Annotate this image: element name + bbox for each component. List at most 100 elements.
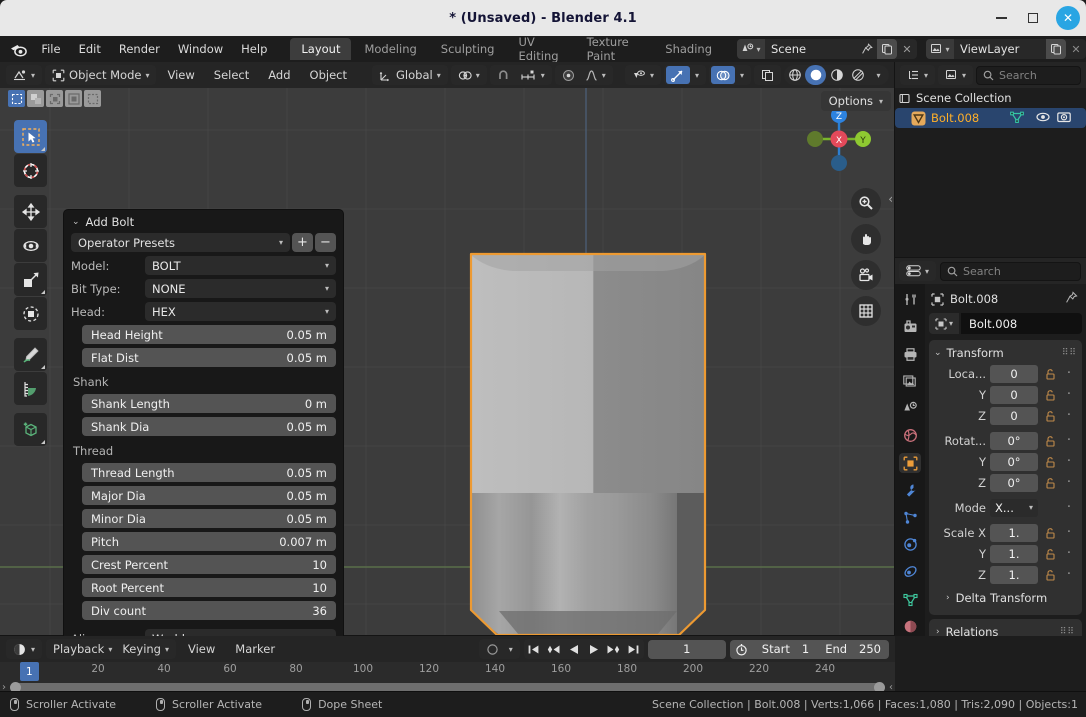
timeline-ruler[interactable]: 1 20 40 60 80 100 120 140 160 180 200 22… bbox=[0, 662, 895, 682]
field-head-height[interactable]: Head Height 0.05 m bbox=[82, 325, 336, 344]
delete-scene-icon[interactable]: ✕ bbox=[897, 39, 917, 59]
3d-viewport[interactable]: Options ▾ Z Y X ‹ ⌄ Add Bolt Operator Pr… bbox=[0, 88, 895, 636]
animate-dot-icon[interactable]: · bbox=[1062, 367, 1076, 380]
outliner-editor-type[interactable]: ▾ bbox=[900, 65, 936, 85]
field-minor-dia[interactable]: Minor Dia 0.05 m bbox=[82, 509, 336, 528]
auto-keying-button[interactable] bbox=[481, 640, 504, 658]
playback-menu-group[interactable]: Playback ▾ Keying ▾ bbox=[46, 639, 176, 659]
outliner-display-mode[interactable]: ▾ bbox=[938, 65, 974, 85]
outliner-scene-collection-row[interactable]: Scene Collection bbox=[895, 88, 1086, 108]
field-pitch[interactable]: Pitch 0.007 m bbox=[82, 532, 336, 551]
tool-rotate[interactable] bbox=[14, 229, 47, 262]
model-dropdown[interactable]: BOLT ▾ bbox=[145, 256, 336, 275]
properties-tab-tool[interactable] bbox=[899, 290, 921, 309]
tool-annotate[interactable] bbox=[14, 338, 47, 371]
align-dropdown[interactable]: World ▾ bbox=[145, 629, 336, 636]
lock-icon[interactable] bbox=[1042, 389, 1058, 401]
viewlayer-name[interactable]: ViewLayer bbox=[954, 42, 1046, 56]
location-x-input[interactable]: 0 bbox=[990, 364, 1038, 383]
playback-menu[interactable]: Playback ▾ bbox=[48, 640, 117, 658]
pin-icon[interactable] bbox=[1065, 291, 1082, 307]
menu-edit[interactable]: Edit bbox=[70, 39, 110, 59]
timeline-menu-marker[interactable]: Marker bbox=[227, 642, 283, 656]
scale-x-input[interactable]: 1. bbox=[990, 523, 1038, 542]
rotation-y-input[interactable]: 0° bbox=[990, 452, 1038, 471]
lock-icon[interactable] bbox=[1042, 368, 1058, 380]
menu-render[interactable]: Render bbox=[110, 39, 169, 59]
sidebar-expand-arrow[interactable]: ‹ bbox=[888, 192, 893, 206]
view-layer-display-icon[interactable]: ▾ bbox=[940, 66, 971, 84]
relations-panel[interactable]: › Relations ⠿⠿ bbox=[929, 619, 1082, 636]
properties-search-input[interactable]: Search bbox=[940, 261, 1081, 281]
animate-dot-icon[interactable]: · bbox=[1062, 409, 1076, 422]
gizmo-options-icon[interactable]: ▾ bbox=[690, 66, 704, 84]
circle-select-button[interactable] bbox=[46, 90, 63, 107]
delete-viewlayer-icon[interactable]: ✕ bbox=[1066, 39, 1086, 59]
tool-select-box[interactable] bbox=[14, 120, 47, 153]
field-root-percent[interactable]: Root Percent 10 bbox=[82, 578, 336, 597]
lock-icon[interactable] bbox=[1042, 548, 1058, 560]
field-shank-dia[interactable]: Shank Dia 0.05 m bbox=[82, 417, 336, 436]
workspace-tab-sculpting[interactable]: Sculpting bbox=[430, 38, 506, 60]
jump-to-end-button[interactable] bbox=[624, 639, 644, 659]
pin-icon[interactable] bbox=[857, 39, 877, 59]
object-name-field[interactable]: ▾ Bolt.008 bbox=[929, 313, 1082, 334]
shading-mode-group[interactable]: ▾ bbox=[784, 65, 889, 85]
editor-type-icon[interactable]: ▾ bbox=[8, 66, 40, 84]
field-major-dia[interactable]: Major Dia 0.05 m bbox=[82, 486, 336, 505]
tool-move[interactable] bbox=[14, 195, 47, 228]
timeline-menu-view[interactable]: View bbox=[180, 642, 223, 656]
tool-cursor[interactable] bbox=[14, 154, 47, 187]
scale-y-input[interactable]: 1. bbox=[990, 544, 1038, 563]
auto-keying-group[interactable]: ▾ bbox=[478, 639, 520, 659]
close-button[interactable]: ✕ bbox=[1056, 6, 1080, 30]
box-select-button[interactable] bbox=[27, 90, 44, 107]
play-reverse-button[interactable] bbox=[564, 639, 584, 659]
menu-window[interactable]: Window bbox=[169, 39, 232, 59]
bit-type-dropdown[interactable]: NONE ▾ bbox=[145, 279, 336, 298]
lock-icon[interactable] bbox=[1042, 527, 1058, 539]
gizmo-group[interactable]: ▾ bbox=[663, 65, 706, 85]
lock-icon[interactable] bbox=[1042, 569, 1058, 581]
properties-tab-modifiers[interactable] bbox=[899, 481, 921, 500]
mode-selector[interactable]: Object Mode ▾ bbox=[45, 65, 157, 85]
auto-keying-options[interactable]: ▾ bbox=[504, 640, 518, 658]
shading-options-icon[interactable]: ▾ bbox=[868, 65, 889, 85]
field-thread-length[interactable]: Thread Length 0.05 m bbox=[82, 463, 336, 482]
viewport-menu-select[interactable]: Select bbox=[206, 68, 257, 82]
field-shank-length[interactable]: Shank Length 0 m bbox=[82, 394, 336, 413]
workspace-tab-layout[interactable]: Layout bbox=[290, 38, 352, 60]
snap-magnet-icon[interactable] bbox=[492, 66, 515, 84]
operator-panel-add-bolt[interactable]: ⌄ Add Bolt Operator Presets ▾ + − Model:… bbox=[63, 209, 344, 636]
outliner-search-input[interactable]: Search bbox=[976, 65, 1081, 85]
tool-transform[interactable] bbox=[14, 297, 47, 330]
tweak-select-button[interactable] bbox=[8, 90, 25, 107]
overlays-group[interactable]: ▾ bbox=[708, 65, 751, 85]
lock-icon[interactable] bbox=[1042, 456, 1058, 468]
rotation-mode-dropdown[interactable]: X... ▾ bbox=[990, 498, 1038, 517]
proportional-editing-group[interactable]: ▾ bbox=[554, 65, 613, 85]
rotation-x-input[interactable]: 0° bbox=[990, 431, 1038, 450]
camera-view-button[interactable] bbox=[851, 260, 881, 290]
camera-render-icon[interactable] bbox=[1057, 111, 1071, 126]
editor-type-selector[interactable]: ▾ bbox=[6, 65, 43, 85]
orientation-button[interactable]: Global ▾ bbox=[374, 66, 446, 84]
object-name-value[interactable]: Bolt.008 bbox=[961, 313, 1082, 334]
timeline-icon[interactable]: ▾ bbox=[8, 640, 40, 658]
animate-dot-icon[interactable]: · bbox=[1062, 455, 1076, 468]
location-y-input[interactable]: 0 bbox=[990, 385, 1038, 404]
scene-datablock[interactable]: ▾ Scene ✕ bbox=[737, 39, 917, 59]
visibility-group[interactable]: ▾ bbox=[624, 65, 661, 85]
transform-orientation-selector[interactable]: Global ▾ bbox=[372, 65, 448, 85]
play-button[interactable] bbox=[584, 639, 604, 659]
lock-icon[interactable] bbox=[1042, 410, 1058, 422]
snap-to-icon[interactable]: ▾ bbox=[515, 66, 550, 84]
show-overlays-button[interactable] bbox=[710, 66, 735, 84]
toggle-xray-button[interactable] bbox=[756, 66, 779, 84]
overlay-options-icon[interactable]: ▾ bbox=[735, 66, 749, 84]
menu-file[interactable]: File bbox=[32, 39, 69, 59]
pivot-point-selector[interactable]: ▾ bbox=[450, 65, 487, 85]
editor-separator-horizontal-right[interactable] bbox=[895, 257, 1086, 258]
prev-keyframe-button[interactable] bbox=[544, 639, 564, 659]
properties-editor-type[interactable]: ▾ bbox=[899, 261, 937, 281]
